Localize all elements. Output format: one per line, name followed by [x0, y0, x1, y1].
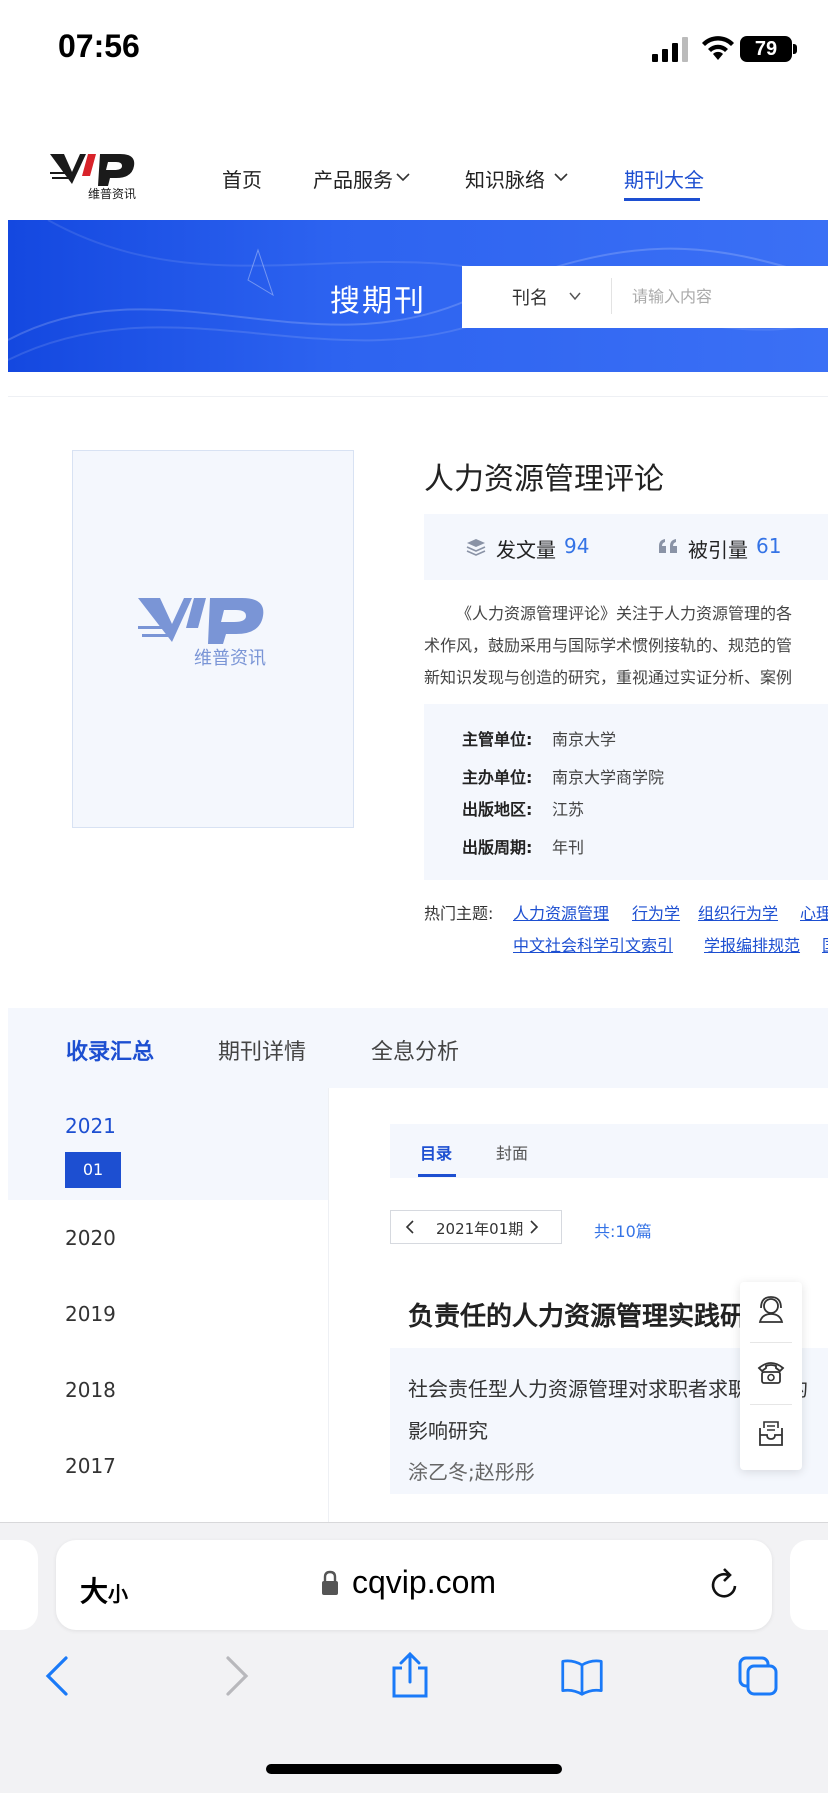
layers-icon	[466, 539, 486, 556]
vip-logo[interactable]: 维普资讯	[50, 150, 150, 202]
tab-holographic-analysis[interactable]: 全息分析	[371, 1034, 459, 1066]
papers-value: 94	[564, 534, 590, 558]
year-item[interactable]: 2021	[65, 1114, 116, 1138]
previous-tab-preview[interactable]	[0, 1540, 38, 1630]
logo-text: 维普资讯	[88, 187, 136, 201]
nav-journals[interactable]: 期刊大全	[624, 164, 704, 193]
battery-tip	[793, 44, 797, 54]
text-size-big: 大	[80, 1575, 109, 1608]
wifi-icon	[702, 36, 734, 60]
description-line: 术作风，鼓励采用与国际学术惯例接轨的、规范的管	[424, 636, 793, 655]
topic-link[interactable]: 心理	[800, 900, 828, 924]
topic-link[interactable]: 中文社会科学引文索引	[513, 932, 673, 956]
toolbar-separator	[750, 1404, 792, 1405]
toolbar-separator	[750, 1342, 792, 1343]
meta-label: 主办单位:	[462, 768, 533, 787]
meta-value: 年刊	[552, 838, 585, 857]
topic-link[interactable]: 学报编排规范	[704, 932, 800, 956]
issue-badge[interactable]: 01	[65, 1152, 121, 1188]
year-item[interactable]: 2020	[65, 1226, 116, 1250]
subtab-contents[interactable]: 目录	[420, 1140, 452, 1164]
status-time: 07:56	[58, 28, 140, 64]
description-line: 《人力资源管理评论》关注于人力资源管理的各	[456, 604, 793, 623]
journal-description: 《人力资源管理评论》关注于人力资源管理的各 术作风，鼓励采用与国际学术惯例接轨的…	[424, 598, 828, 694]
subtab-underline	[418, 1174, 456, 1177]
reload-icon[interactable]	[708, 1566, 742, 1602]
chevron-down-icon	[396, 173, 410, 182]
home-indicator	[266, 1764, 562, 1774]
message-icon[interactable]	[756, 1418, 786, 1448]
issue-current: 2021年01期	[436, 1220, 524, 1238]
tab-collection-summary[interactable]: 收录汇总	[66, 1034, 154, 1066]
meta-value: 南京大学	[552, 730, 617, 749]
battery-indicator: 79	[740, 36, 792, 62]
text-size-button[interactable]: 大小	[80, 1570, 128, 1610]
topic-link[interactable]: 组织行为学	[698, 900, 778, 924]
citations-value: 61	[756, 534, 782, 558]
year-item[interactable]: 2019	[65, 1302, 116, 1326]
subtab-cover[interactable]: 封面	[496, 1140, 528, 1164]
chevron-left-icon[interactable]	[404, 1220, 416, 1234]
nav-home[interactable]: 首页	[222, 164, 262, 193]
next-tab-preview[interactable]	[790, 1540, 828, 1630]
year-item[interactable]: 2017	[65, 1454, 116, 1478]
back-icon[interactable]	[36, 1652, 80, 1700]
cover-vip-logo: 维普资讯	[138, 598, 266, 669]
chevron-right-icon[interactable]	[528, 1220, 540, 1234]
chevron-down-icon	[569, 292, 581, 301]
topic-link[interactable]: 人力资源管理	[513, 900, 609, 924]
meta-value: 江苏	[552, 800, 585, 819]
article-count: 共:10篇	[594, 1222, 652, 1241]
bookmarks-icon[interactable]	[560, 1652, 604, 1700]
description-line: 新知识发现与创造的研究，重视通过实证分析、案例	[424, 668, 793, 687]
chevron-down-icon	[554, 173, 568, 182]
phone-icon[interactable]	[756, 1356, 786, 1386]
nav-knowledge[interactable]: 知识脉络	[465, 164, 545, 193]
meta-label: 主管单位:	[462, 730, 533, 749]
year-item[interactable]: 2018	[65, 1378, 116, 1402]
url-text[interactable]: cqvip.com	[352, 1564, 496, 1601]
banner-title: 搜期刊	[330, 284, 426, 319]
meta-label: 出版周期:	[462, 838, 533, 857]
nav-products[interactable]: 产品服务	[313, 164, 393, 193]
meta-value: 南京大学商学院	[552, 768, 665, 787]
cellular-signal-icon	[652, 37, 688, 62]
journal-title: 人力资源管理评论	[424, 462, 664, 497]
forward-icon[interactable]	[214, 1652, 258, 1700]
customer-service-icon[interactable]	[756, 1294, 786, 1324]
meta-label: 出版地区:	[462, 800, 533, 819]
topic-link[interactable]: 国	[822, 932, 828, 956]
search-input[interactable]	[626, 276, 828, 316]
citations-label: 被引量	[688, 538, 748, 562]
quote-icon	[659, 539, 677, 553]
tab-journal-details[interactable]: 期刊详情	[218, 1034, 306, 1066]
papers-label: 发文量	[496, 538, 556, 562]
topic-link[interactable]: 行为学	[632, 900, 680, 924]
share-icon[interactable]	[388, 1652, 432, 1700]
divider	[8, 396, 828, 397]
nav-active-underline	[624, 198, 700, 201]
lock-icon	[322, 1570, 338, 1595]
hot-topics-label: 热门主题:	[424, 904, 494, 923]
active-year-highlight	[8, 1088, 328, 1200]
search-field-select[interactable]: 刊名	[512, 284, 548, 310]
cover-logo-text: 维普资讯	[194, 648, 266, 669]
search-separator	[611, 278, 612, 314]
tabs-icon[interactable]	[736, 1652, 780, 1700]
subtabs	[390, 1124, 828, 1178]
article-authors: 涂乙冬;赵彤彤	[408, 1460, 535, 1484]
text-size-small: 小	[108, 1582, 129, 1606]
